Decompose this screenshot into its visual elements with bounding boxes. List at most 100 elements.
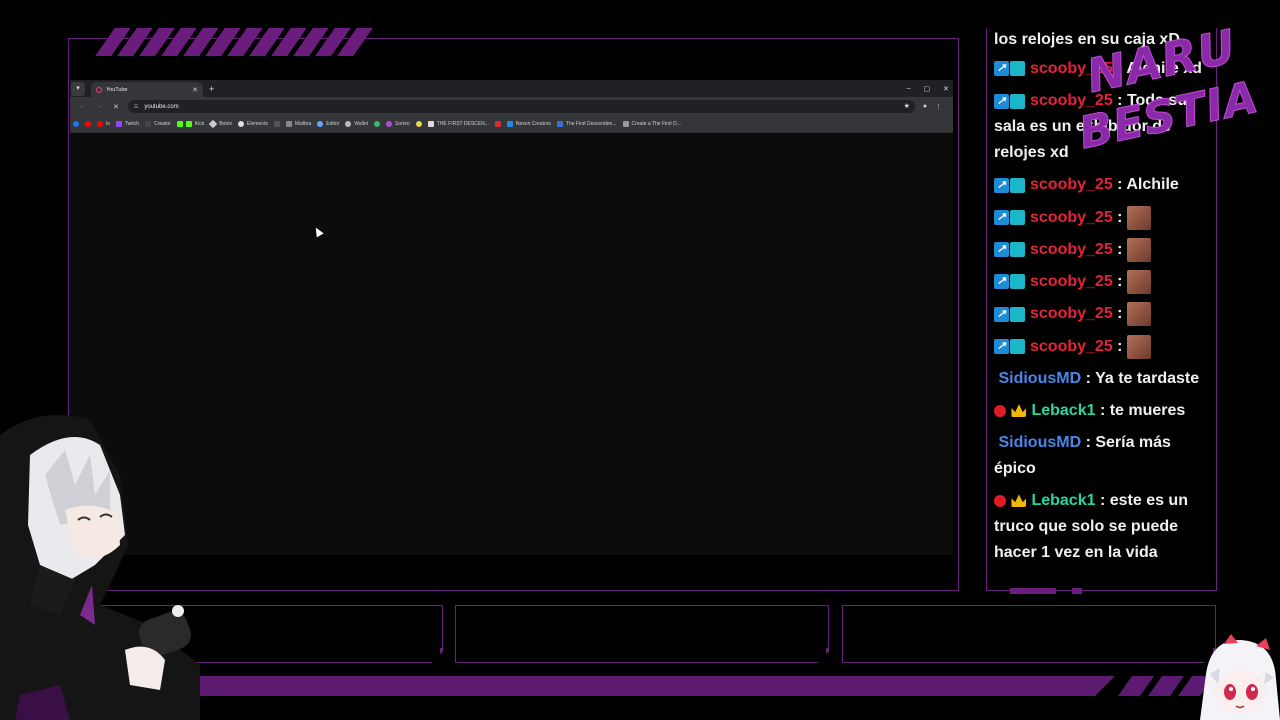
chat-scroll-indicator xyxy=(1010,588,1056,594)
navigation-bar: ← → ✕ ☰ youtube.com ★ ● ⋮ xyxy=(70,97,953,116)
address-bar[interactable]: ☰ youtube.com ★ xyxy=(127,100,915,113)
chat-username[interactable]: scooby_25 xyxy=(1030,241,1113,258)
close-window-button[interactable]: ✕ xyxy=(943,85,949,93)
chat-username[interactable]: scooby_25 xyxy=(1030,177,1113,194)
bookmark-label: Sorteo xyxy=(395,121,410,127)
address-text: youtube.com xyxy=(144,103,179,110)
face-emote-icon xyxy=(1126,205,1151,230)
restore-button[interactable]: ▢ xyxy=(924,85,931,93)
chat-message: ↗ scooby_25 : xyxy=(994,301,1214,327)
mailbra-icon xyxy=(285,121,292,127)
bookmark-label: Twitch xyxy=(124,121,140,127)
bookmark-botrix[interactable]: Botrix xyxy=(208,119,232,129)
chat-username[interactable]: scooby_25 xyxy=(1030,306,1113,323)
bookmark-label: Botrix xyxy=(219,121,232,127)
chat-message: ↗ scooby_25 : xyxy=(994,237,1214,263)
chat-message: ↗ scooby_25 : xyxy=(994,205,1214,231)
chat-username[interactable]: scooby_25 xyxy=(1030,338,1113,355)
chat-username[interactable]: Leback1 xyxy=(1031,402,1095,419)
bookmark-creator[interactable]: Creator xyxy=(145,121,171,127)
bookmark-label: THE FIRST DESCEN... xyxy=(436,121,489,127)
page-content[interactable] xyxy=(70,133,953,555)
minimize-button[interactable]: – xyxy=(907,85,911,92)
chat-username[interactable]: scooby_25 xyxy=(1030,209,1113,226)
bookmark-lo[interactable]: lo xyxy=(97,121,110,127)
bookmark-sorteo[interactable]: Sorteo xyxy=(386,121,410,127)
menu-kebab-icon[interactable]: ⋮ xyxy=(935,103,942,111)
new-tab-button[interactable]: + xyxy=(209,84,214,94)
bookmark-elements[interactable]: Elements xyxy=(238,121,268,127)
bookmark-mailbra[interactable]: Mailbra xyxy=(285,121,312,127)
bookmark-yellow[interactable] xyxy=(415,121,422,127)
bookmark-label: Nexon Creators xyxy=(515,121,551,127)
elements-icon xyxy=(238,121,244,127)
x-icon xyxy=(273,121,280,127)
chat-message: SidiousMD : Ya te tardaste xyxy=(998,369,1200,387)
sub-badge-icon xyxy=(1010,274,1025,290)
back-arrow-icon[interactable]: ← xyxy=(79,103,86,110)
tiktok-icon xyxy=(145,121,152,127)
chat-message: Leback1 : te mueres xyxy=(994,398,1214,424)
sub-badge-icon xyxy=(1010,177,1025,193)
stop-loading-icon[interactable]: ✕ xyxy=(113,103,119,111)
sub-badge-icon xyxy=(1010,306,1025,322)
face-emote-icon xyxy=(1126,237,1151,262)
prime-badge-icon: ↗ xyxy=(994,306,1009,322)
chat-message: SidiousMD : Sería más épico xyxy=(994,434,1171,478)
chat-username[interactable]: scooby_25 xyxy=(1030,273,1113,290)
sub-badge-icon xyxy=(1010,61,1025,77)
record-badge-icon xyxy=(994,494,1006,507)
bookmark-editor[interactable]: Editor xyxy=(317,121,339,127)
bookmark-star-icon[interactable]: ★ xyxy=(904,102,910,110)
bookmark-label: Kick xyxy=(194,121,205,127)
bookmark-first-descendant[interactable]: THE FIRST DESCEN... xyxy=(427,121,489,127)
site-info-icon[interactable]: ☰ xyxy=(134,104,138,110)
chat-message: Leback1 : este es un truco que solo se p… xyxy=(994,492,1188,562)
bookmark-label: The First Descenden... xyxy=(565,121,617,127)
kick-icon xyxy=(185,121,192,127)
bottom-accent-bar xyxy=(120,676,1115,696)
bookmark-label: Wallet xyxy=(354,121,369,127)
profile-icon[interactable]: ● xyxy=(923,103,927,111)
bookmark-green[interactable] xyxy=(374,121,381,127)
bookmark-label: Mailbra xyxy=(294,121,312,127)
botrix-icon xyxy=(208,119,218,129)
bookmark-create[interactable]: Create a The First D... xyxy=(622,121,681,127)
bookmarks-bar: lo Twitch Creator Kick Botrix Elements M… xyxy=(70,116,953,133)
leaf-icon xyxy=(374,121,381,127)
tab-close-icon[interactable]: ✕ xyxy=(192,86,198,94)
tab-search-button[interactable]: ▾ xyxy=(71,81,85,96)
bookmark-red[interactable] xyxy=(494,121,501,127)
mascot-avatar xyxy=(1200,634,1280,720)
bookmark-facebook[interactable] xyxy=(73,121,79,127)
twitch-icon xyxy=(115,121,122,127)
bookmark-nexon[interactable]: Nexon Creators xyxy=(506,121,551,127)
create-icon xyxy=(622,121,629,127)
browser-window: ▾ YouTube ✕ + – ▢ ✕ ← → ✕ ☰ youtube.com … xyxy=(70,80,953,555)
record-badge-icon xyxy=(994,404,1006,417)
prime-badge-icon: ↗ xyxy=(994,338,1009,354)
wallet-icon xyxy=(345,121,352,127)
bookmark-twitch[interactable]: Twitch xyxy=(115,121,140,127)
forward-arrow-icon[interactable]: → xyxy=(96,103,103,110)
bookmark-label: Elements xyxy=(247,121,268,127)
bookmark-first-descendant-2[interactable]: The First Descenden... xyxy=(556,121,617,127)
bookmark-x[interactable] xyxy=(273,121,280,127)
bookmark-label: Editor xyxy=(326,121,340,127)
vtuber-avatar xyxy=(0,415,200,720)
sub-badge-icon xyxy=(1010,209,1025,225)
tab-strip: ▾ YouTube ✕ + – ▢ ✕ xyxy=(70,80,953,97)
tab-youtube[interactable]: YouTube ✕ xyxy=(91,82,203,97)
bookmark-label: Creator xyxy=(154,121,171,127)
face-emote-icon xyxy=(1126,334,1151,359)
sub-badge-icon xyxy=(1010,93,1025,109)
bookmark-kick[interactable]: Kick xyxy=(176,121,205,127)
bookmark-youtube[interactable] xyxy=(85,121,91,127)
sub-badge-icon xyxy=(1010,242,1025,258)
chat-username[interactable]: Leback1 xyxy=(1031,492,1095,509)
chat-username[interactable]: SidiousMD xyxy=(998,370,1081,387)
bookmark-wallet[interactable]: Wallet xyxy=(345,121,368,127)
kick-icon xyxy=(176,121,183,127)
prime-badge-icon: ↗ xyxy=(994,242,1009,258)
chat-username[interactable]: SidiousMD xyxy=(998,434,1081,451)
